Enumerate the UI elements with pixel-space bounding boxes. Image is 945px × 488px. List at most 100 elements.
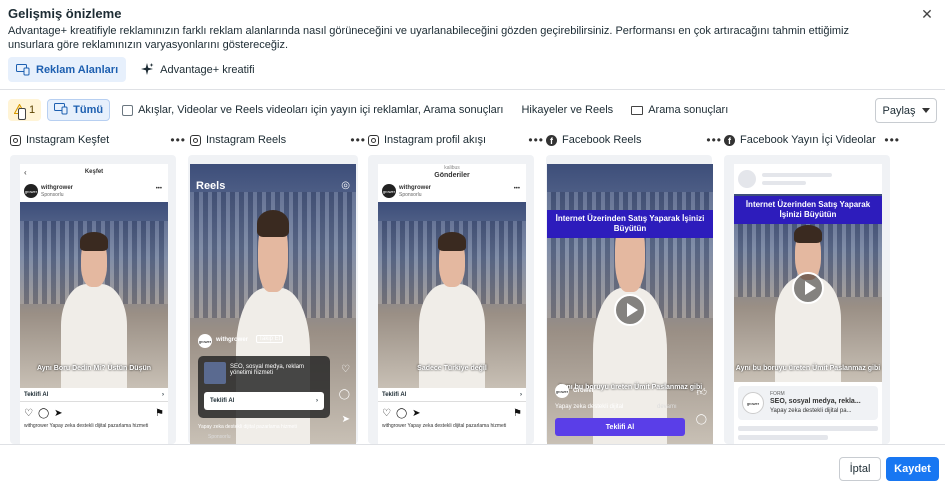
phone-preview: Aynı bu boruyu üreten Ümit Paslanmaz gib… <box>734 164 882 444</box>
product-card-text: SEO, sosyal medya, reklam yönetimi hizme… <box>230 364 305 376</box>
more-icon[interactable]: ••• <box>514 186 520 192</box>
share-icon[interactable]: ➤ <box>412 408 420 419</box>
cta-row[interactable]: Teklifi Al › <box>378 388 526 402</box>
logo: grower <box>742 392 764 414</box>
camera-icon[interactable]: ◎ <box>341 180 350 191</box>
phone-preview: İnternet Üzerinden Satış Yaparak İşinizi… <box>547 164 713 444</box>
comment-icon[interactable]: ◯ <box>396 408 407 419</box>
cta-button[interactable]: Teklifi Al › <box>204 392 324 410</box>
account-name: withgrower <box>216 337 249 343</box>
preview-frame: İnternet Üzerinden Satış Yaparak İşinizi… <box>546 155 713 444</box>
reels-label: Reels <box>196 180 226 192</box>
comment-icon[interactable]: ◯ <box>696 414 707 425</box>
chevron-down-icon <box>921 108 930 113</box>
placement-name: Facebook Reels <box>562 134 642 146</box>
cta-label: Teklifi Al <box>210 398 235 404</box>
placement-header: f Facebook Reels ••• <box>546 131 722 149</box>
cancel-button[interactable]: İptal <box>839 457 881 481</box>
placements-icon <box>54 102 68 118</box>
preview-frame: ‹ Keşfet grower withgrower Sponsorlu •••… <box>10 155 176 444</box>
lead-form-card[interactable]: grower FORM SEO, sosyal medya, rekla... … <box>738 386 878 420</box>
filter-all[interactable]: Tümü <box>47 99 111 121</box>
video-caption: Aynı Boru Dedin Mi? Üstün Düşün <box>36 365 152 372</box>
heart-icon[interactable]: ♡ <box>24 408 33 419</box>
chevron-right-icon: › <box>520 391 522 398</box>
instagram-icon <box>10 134 21 146</box>
facebook-icon: f <box>546 134 557 146</box>
heart-icon[interactable]: ♡ <box>341 364 350 375</box>
filter-stories-reels-label: Hikayeler ve Reels <box>521 104 614 116</box>
checkbox-icon <box>122 104 134 116</box>
cta-row[interactable]: Teklifi Al › <box>20 388 168 402</box>
chevron-right-icon: › <box>162 391 164 398</box>
ad-image: Aynı Boru Dedin Mi? Üstün Düşün <box>20 202 168 388</box>
cta-button[interactable]: Teklifi Al <box>555 418 685 436</box>
placeholder-line <box>762 173 832 177</box>
comment-icon[interactable]: ◯ <box>38 408 49 419</box>
filter-stories-reels[interactable]: Hikayeler ve Reels <box>18 99 619 121</box>
avatar: grower <box>24 184 38 198</box>
comment-icon[interactable]: ◯ <box>339 389 350 400</box>
product-thumbnail <box>204 362 226 384</box>
placements-icon <box>16 63 30 77</box>
product-card[interactable]: SEO, sosyal medya, reklam yönetimi hizme… <box>198 356 330 418</box>
close-icon[interactable]: ✕ <box>919 6 935 22</box>
placement-facebook-instream-videos: f Facebook Yayın İçi Videolar ••• Aynı b… <box>724 131 900 444</box>
more-options-icon[interactable]: ••• <box>528 133 544 147</box>
tab-advantage-creative-label: Advantage+ kreatifi <box>160 63 255 76</box>
save-button[interactable]: Kaydet <box>886 457 939 481</box>
tab-ad-placements-label: Reklam Alanları <box>36 63 119 76</box>
form-title: SEO, sosyal medya, rekla... <box>770 398 861 405</box>
video-caption: Aynı bu boruyu üreten Ümit Paslanmaz gib… <box>735 365 881 372</box>
screen-icon <box>631 105 644 115</box>
placement-header: f Facebook Yayın İçi Videolar ••• <box>724 131 900 149</box>
share-icon[interactable]: ➤ <box>54 408 62 419</box>
more-options-icon[interactable]: ••• <box>706 133 722 147</box>
placement-header: Instagram Keşfet ••• <box>10 131 186 149</box>
tab-ad-placements[interactable]: Reklam Alanları <box>8 57 127 82</box>
phone-icon <box>18 108 26 120</box>
filter-row: 1 Tümü Akışlar, Videolar ve Reels videol… <box>8 99 734 121</box>
filter-feeds-instream[interactable]: Akışlar, Videolar ve Reels videoları içi… <box>116 99 509 121</box>
view-tabs: Reklam Alanları Advantage+ kreatifi <box>8 57 263 82</box>
placement-name: Instagram profil akışı <box>384 134 487 146</box>
divider <box>0 89 945 90</box>
chevron-right-icon: › <box>316 398 318 404</box>
action-icons: ♡ ◯ ➤ ⚑ <box>382 406 522 420</box>
share-icon[interactable]: ➤ <box>342 414 350 425</box>
bookmark-icon[interactable]: ⚑ <box>155 408 164 419</box>
ad-banner: İnternet Üzerinden Satış Yaparak İşinizi… <box>734 196 882 224</box>
see-more-link[interactable]: devamı <box>657 404 677 410</box>
sponsored-label: Sponsorlu <box>41 192 64 198</box>
more-options-icon[interactable]: ••• <box>350 133 366 147</box>
account-name: withgrower <box>41 185 74 191</box>
play-icon[interactable] <box>792 272 824 304</box>
more-options-icon[interactable]: ••• <box>884 133 900 147</box>
dialog-title: Gelişmiş önizleme <box>8 6 122 21</box>
like-icon[interactable]: 👍︎ <box>697 386 707 398</box>
share-button[interactable]: Paylaş <box>875 98 937 123</box>
sponsored-label: Sponsorlu <box>399 192 422 198</box>
sparkle-icon <box>140 63 154 77</box>
more-options-icon[interactable]: ••• <box>170 133 186 147</box>
tab-advantage-creative[interactable]: Advantage+ kreatifi <box>132 57 262 82</box>
more-icon[interactable]: ••• <box>156 186 162 192</box>
play-icon[interactable] <box>614 294 646 326</box>
instagram-icon <box>190 134 201 146</box>
heart-icon[interactable]: ♡ <box>382 408 391 419</box>
instagram-icon <box>368 134 379 146</box>
bookmark-icon[interactable]: ⚑ <box>513 408 522 419</box>
ad-body-text: Yapay zeka destekli dijital pazarlama hi… <box>198 424 297 430</box>
facebook-icon: f <box>724 134 735 146</box>
placement-facebook-reels: f Facebook Reels ••• İnternet Üzerinden … <box>546 131 722 444</box>
filter-search-results-label: Arama sonuçları <box>648 104 729 116</box>
form-description: Yapay zeka destekli dijital pa... <box>770 408 852 414</box>
avatar: grower <box>555 384 569 398</box>
placement-header: Instagram Reels ••• <box>190 131 366 149</box>
dialog-description: Advantage+ kreatifiyle reklamınızın fark… <box>8 25 850 51</box>
ad-body-text: withgrower Yapay zeka destekli dijital p… <box>382 423 507 429</box>
filter-search-results[interactable]: Arama sonuçları <box>625 99 734 121</box>
action-icons: ♡ ◯ ➤ ⚑ <box>24 406 164 420</box>
follow-button[interactable]: Takip Et <box>256 335 284 343</box>
ad-image: Sadece Türkiye değil <box>378 202 526 388</box>
